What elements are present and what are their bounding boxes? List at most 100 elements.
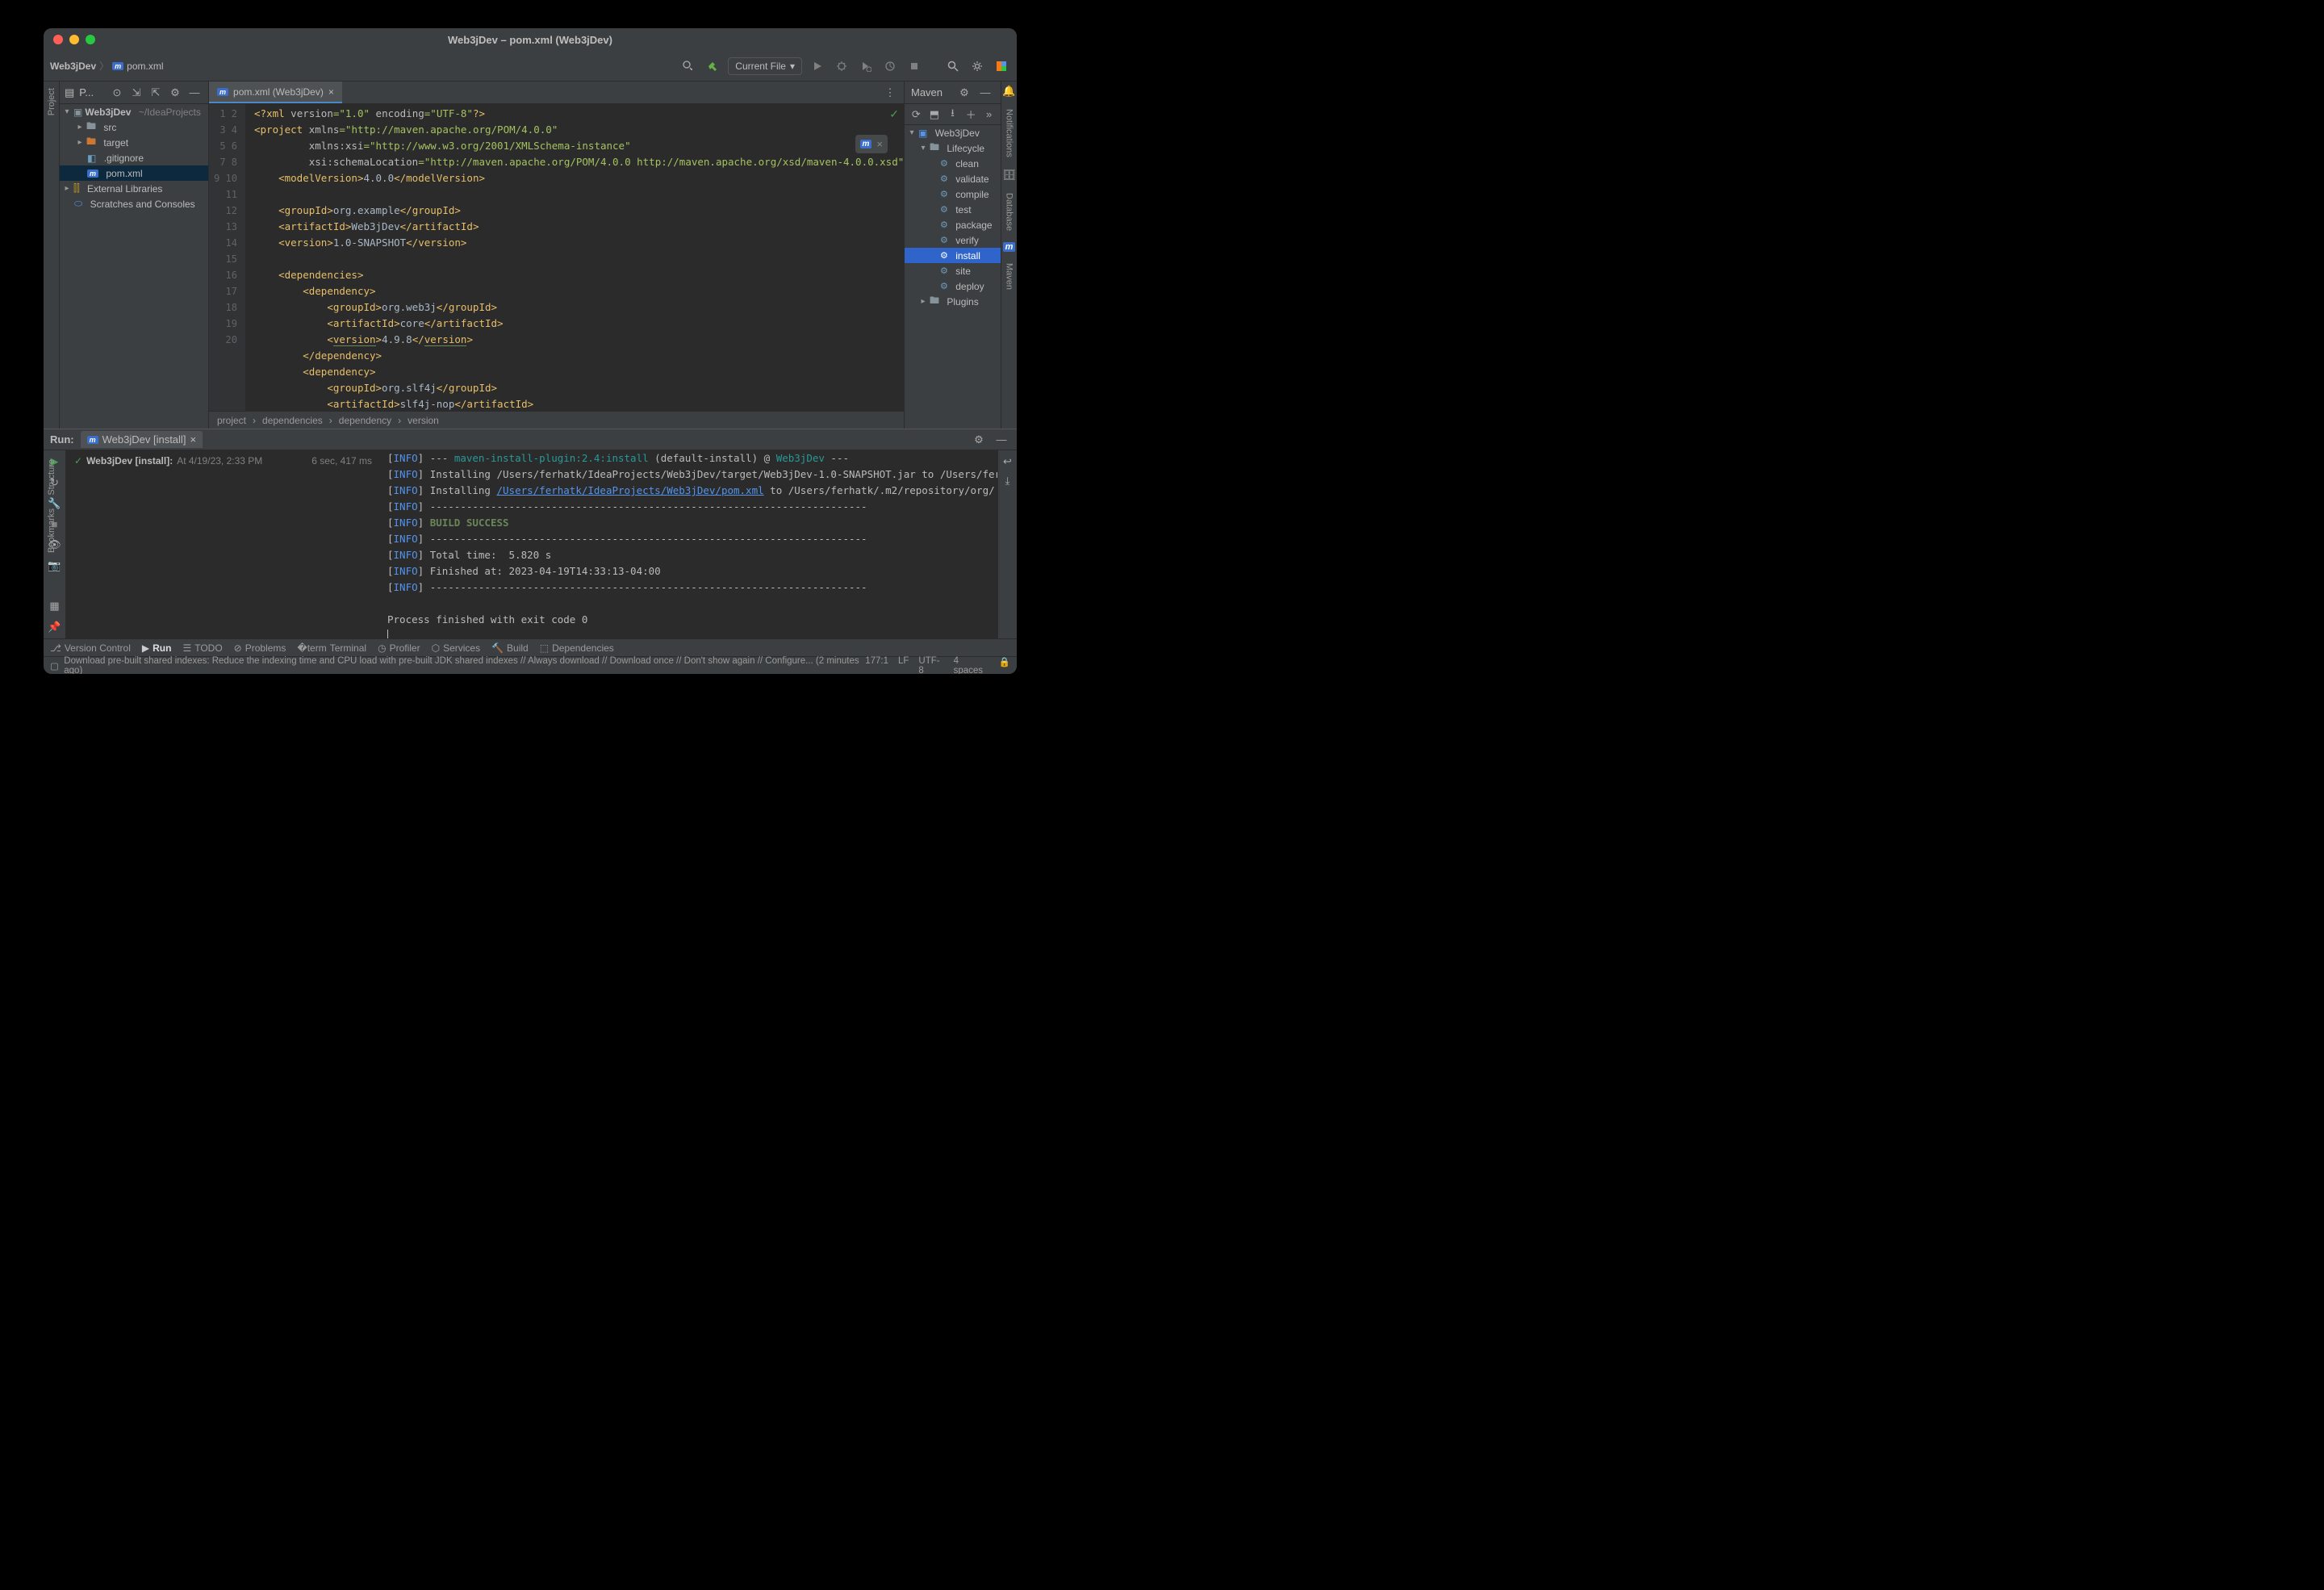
tree-target-folder[interactable]: ▸🖿 target [60,135,208,150]
maven-icon[interactable]: m [1003,242,1016,252]
hide-panel-icon[interactable]: — [993,431,1010,449]
tree-external-libraries[interactable]: ▸⫿⫿ External Libraries [60,181,208,196]
structure-tool-button[interactable]: Structure [47,456,56,499]
tab-todo[interactable]: ☰TODO [182,642,222,654]
breadcrumb[interactable]: Web3jDev 〉 m pom.xml [50,59,164,73]
read-only-lock-icon[interactable]: 🔒 [999,656,1010,675]
run-console[interactable]: [INFO] --- maven-install-plugin:2.4:inst… [381,450,997,638]
scroll-to-end-icon[interactable]: ⤓ [1005,475,1010,487]
expand-all-icon[interactable]: ⇲ [127,84,145,102]
code-editor[interactable]: 1 2 3 4 5 6 7 8 9 10 11 12 13 14 15 16 1… [209,104,904,411]
run-tab[interactable]: m Web3jDev [install] × [81,431,203,448]
project-panel-header: ▤ P... ⊙ ⇲ ⇱ ⚙ — [60,82,208,104]
close-tab-icon[interactable]: × [190,433,196,446]
maven-phase-site[interactable]: ⚙ site [905,263,1001,278]
hide-panel-icon[interactable]: — [186,84,203,102]
project-panel-label[interactable]: P... [79,86,94,98]
caret-position[interactable]: 177:1 [865,656,888,675]
indent-setting[interactable]: 4 spaces [954,656,989,675]
close-tab-icon[interactable]: × [328,86,334,98]
tree-project-root[interactable]: ▾▣ Web3jDev ~/IdeaProjects [60,104,208,119]
debug-button[interactable] [833,57,851,75]
maven-lifecycle[interactable]: ▾🖿 Lifecycle [905,140,1001,156]
editor-breadcrumbs[interactable]: project› dependencies› dependency› versi… [209,411,904,429]
pin-icon[interactable]: 📌 [48,621,61,634]
tree-scratches[interactable]: ⬭ Scratches and Consoles [60,196,208,211]
maven-plugins[interactable]: ▸🖿 Plugins [905,294,1001,309]
gear-icon[interactable]: ⚙ [166,84,184,102]
tree-pom-file[interactable]: m pom.xml [60,165,208,181]
inspection-ok-icon[interactable]: ✓ [889,107,899,121]
status-message[interactable]: Download pre-built shared indexes: Reduc… [64,656,865,675]
bookmarks-tool-button[interactable]: Bookmarks [47,505,56,556]
generate-sources-icon[interactable]: ⬒ [928,106,942,123]
select-opened-file-icon[interactable]: ⊙ [108,84,126,102]
navigation-bar: Web3jDev 〉 m pom.xml Current File ▾ [44,51,1017,82]
tab-profiler[interactable]: ◷Profiler [378,642,420,654]
search-icon[interactable] [944,57,962,75]
tree-src-folder[interactable]: ▸🖿 src [60,119,208,135]
ide-brand-icon[interactable] [993,57,1010,75]
maven-phase-clean[interactable]: ⚙ clean [905,156,1001,171]
hide-panel-icon[interactable]: — [976,84,994,102]
maven-tool-button[interactable]: Maven [1005,260,1014,293]
editor-tab-pom[interactable]: m pom.xml (Web3jDev) × [209,82,342,103]
build-hammer-icon[interactable] [704,57,721,75]
line-ending[interactable]: LF [898,656,909,675]
code-content[interactable]: <?xml version="1.0" encoding="UTF-8"?> <… [246,104,904,411]
layout-icon[interactable]: ▦ [49,600,59,613]
project-tree[interactable]: ▾▣ Web3jDev ~/IdeaProjects ▸🖿 src ▸🖿 tar… [60,104,208,211]
left-tool-rail: Project [44,82,60,429]
more-icon[interactable]: » [982,106,996,123]
gear-icon[interactable]: ⚙ [955,84,973,102]
maven-tree[interactable]: ▾▣ Web3jDev ▾🖿 Lifecycle ⚙ clean ⚙ valid… [905,125,1001,309]
notifications-tool-button[interactable]: Notifications [1005,106,1014,161]
gear-icon[interactable]: ⚙ [970,431,988,449]
maven-phase-verify[interactable]: ⚙ verify [905,232,1001,248]
maven-phase-validate[interactable]: ⚙ validate [905,171,1001,186]
add-config-icon[interactable] [679,57,697,75]
run-tree[interactable]: ✓ Web3jDev [install]: At 4/19/23, 2:33 P… [66,450,381,638]
settings-icon[interactable] [968,57,986,75]
tab-terminal[interactable]: �termTerminal [297,642,366,654]
file-encoding[interactable]: UTF-8 [918,656,943,675]
tab-version-control[interactable]: ⎇Version Control [50,642,131,654]
tree-gitignore-file[interactable]: ◧ .gitignore [60,150,208,165]
ide-window: Web3jDev – pom.xml (Web3jDev) Web3jDev 〉… [44,28,1017,674]
run-button[interactable] [809,57,826,75]
stop-button[interactable] [905,57,923,75]
tab-dependencies[interactable]: ⬚Dependencies [540,642,614,654]
add-maven-project-icon[interactable]: ＋ [964,106,978,123]
maven-phase-test[interactable]: ⚙ test [905,202,1001,217]
run-configuration-selector[interactable]: Current File ▾ [728,57,802,75]
bottom-left-rail: Structure Bookmarks [44,456,60,556]
tab-services[interactable]: ⬡Services [432,642,481,654]
maven-project-root[interactable]: ▾▣ Web3jDev [905,125,1001,140]
database-tool-button[interactable]: Database [1005,190,1014,234]
run-coverage-icon[interactable] [857,57,875,75]
tab-build[interactable]: 🔨Build [491,642,529,654]
database-icon[interactable]: 🗄 [1002,169,1016,182]
maven-phase-deploy[interactable]: ⚙ deploy [905,278,1001,294]
project-view-icon[interactable]: ▤ [65,86,74,99]
maven-phase-install[interactable]: ⚙ install [905,248,1001,263]
soft-wrap-icon[interactable]: ↩ [1003,455,1012,468]
collapse-all-icon[interactable]: ⇱ [147,84,165,102]
reload-icon[interactable]: ⟳ [909,106,923,123]
console-right-toolbar: ↩ ⤓ [997,450,1017,638]
maven-reload-popup[interactable]: m× [855,135,888,153]
project-tool-button[interactable]: Project [47,85,56,119]
breadcrumb-file[interactable]: pom.xml [127,61,163,72]
tab-menu-icon[interactable]: ⋮ [881,84,899,102]
download-sources-icon[interactable]: ⭳ [946,106,959,123]
tab-run[interactable]: ▶Run [142,642,172,654]
notifications-icon[interactable]: 🔔 [1002,85,1015,98]
maven-phase-compile[interactable]: ⚙ compile [905,186,1001,202]
tab-problems[interactable]: ⊘Problems [234,642,286,654]
profile-icon[interactable] [881,57,899,75]
maven-phase-package[interactable]: ⚙ package [905,217,1001,232]
tool-windows-icon[interactable]: ▢ [50,660,59,672]
import-tests-icon[interactable]: 📷 [48,559,61,572]
breadcrumb-project[interactable]: Web3jDev [50,61,96,72]
project-panel: ▤ P... ⊙ ⇲ ⇱ ⚙ — ▾▣ Web3jDev ~/IdeaProje… [60,82,209,429]
